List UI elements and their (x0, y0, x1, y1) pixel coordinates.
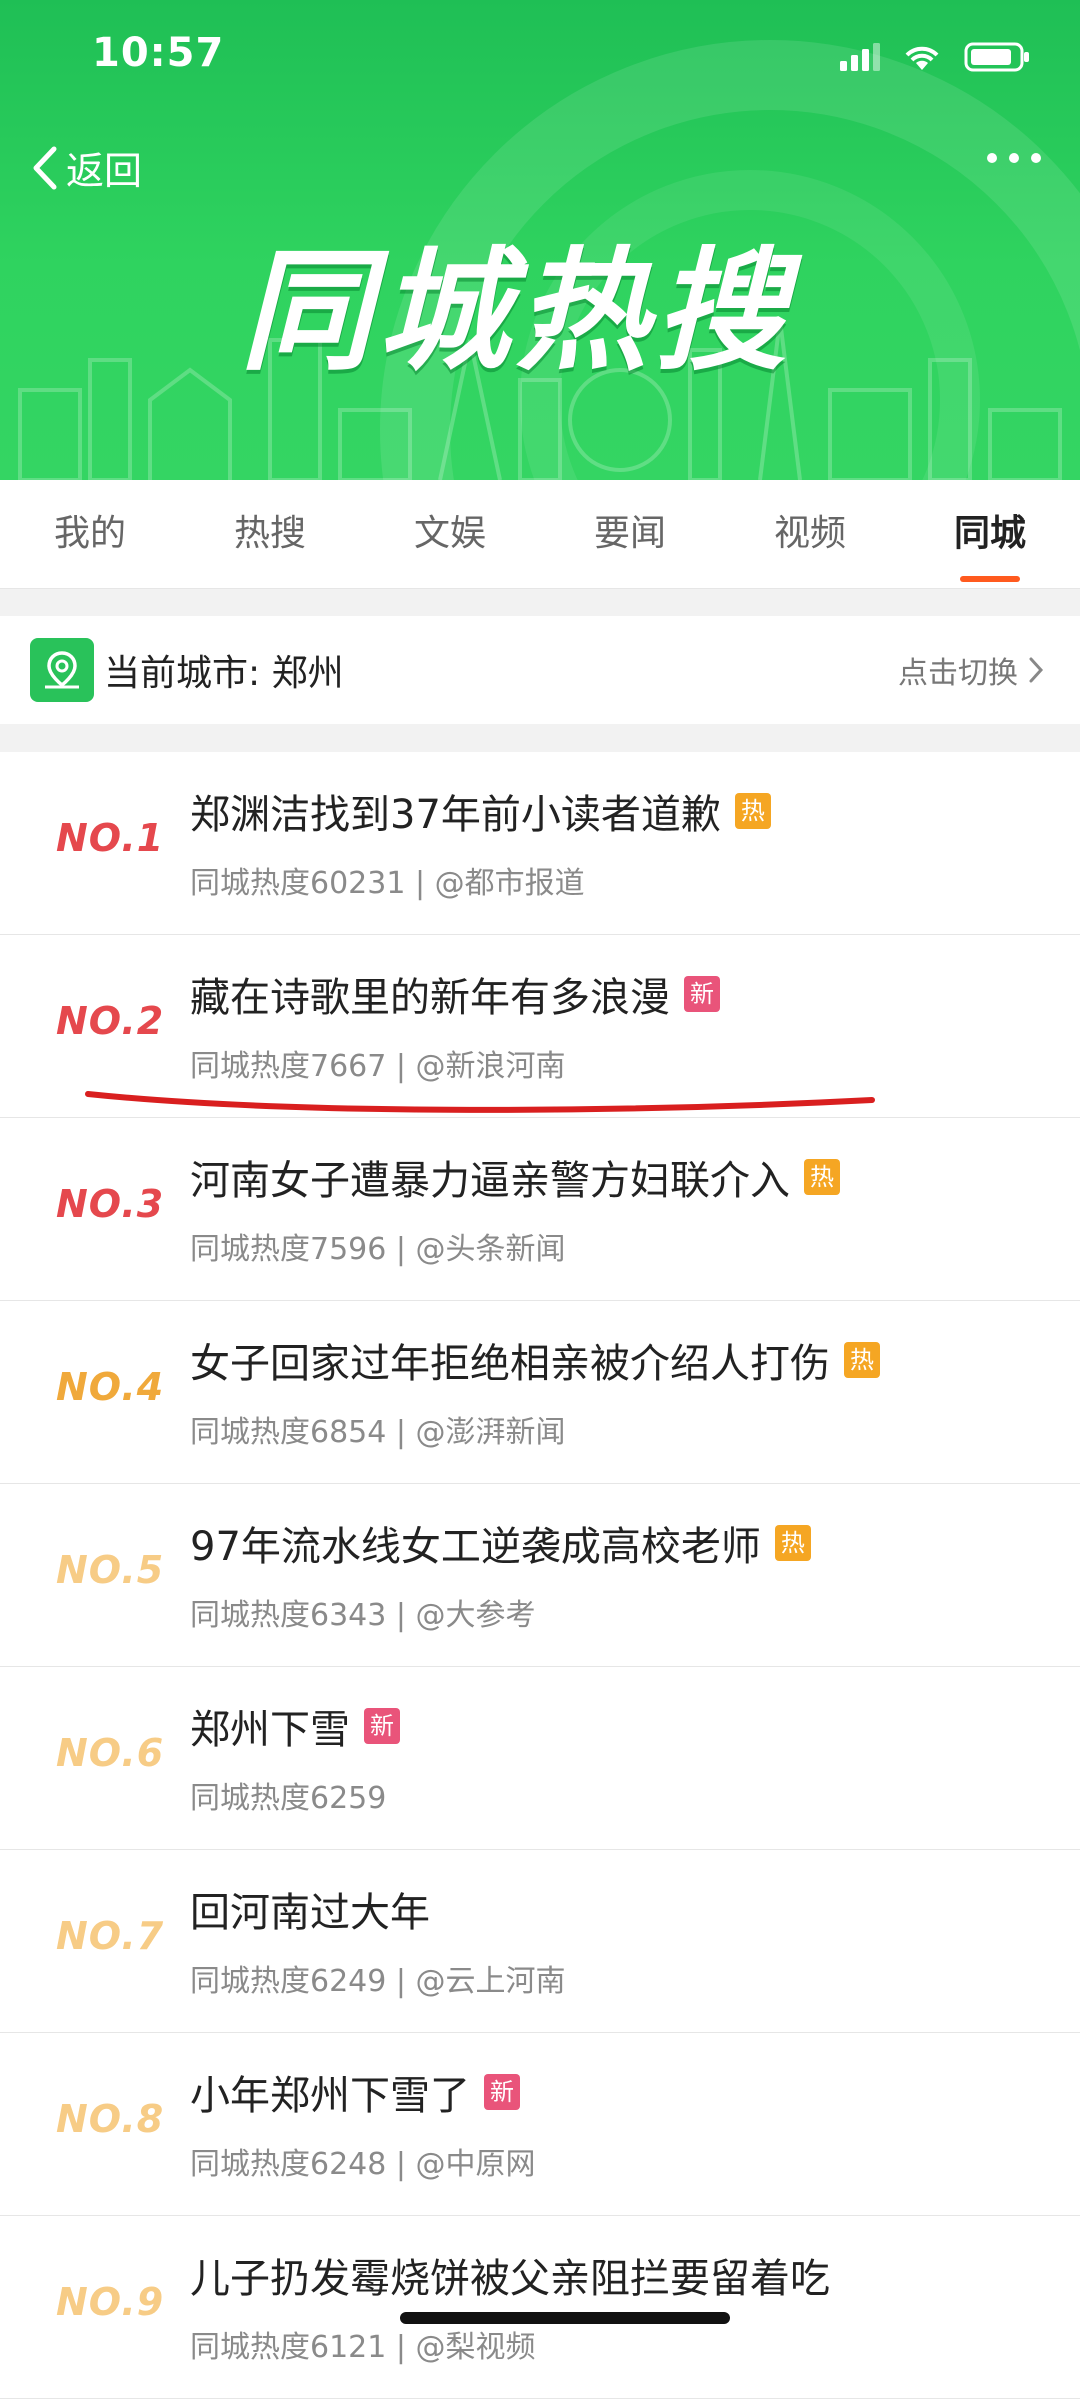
list-item[interactable]: NO.3 河南女子遭暴力逼亲警方妇联介入 热 同城热度7596 | @头条新闻 (0, 1118, 1080, 1301)
list-item[interactable]: NO.4 女子回家过年拒绝相亲被介绍人打伤 热 同城热度6854 | @澎湃新闻 (0, 1301, 1080, 1484)
tab-mine[interactable]: 我的 (0, 480, 180, 588)
item-title: 郑州下雪 (190, 1707, 350, 1753)
rank-label: NO.4 (56, 1365, 165, 1409)
rank-label: NO.1 (56, 816, 165, 860)
switch-city-label: 点击切换 (898, 656, 1018, 691)
new-badge: 新 (484, 2074, 520, 2110)
item-meta: 同城热度6343 | @大参考 (190, 1598, 536, 1633)
current-city-label: 当前城市: 郑州 (104, 653, 344, 694)
list-item[interactable]: NO.7 回河南过大年 同城热度6249 | @云上河南 (0, 1850, 1080, 2033)
rank-label: NO.9 (56, 2280, 165, 2324)
back-label: 返回 (66, 149, 143, 193)
item-title-row: 小年郑州下雪了 新 (190, 2063, 520, 2121)
red-underline-annotation (85, 1091, 875, 1113)
rank-label: NO.2 (56, 999, 165, 1043)
item-meta: 同城热度60231 | @都市报道 (190, 866, 585, 901)
rank-label: NO.3 (56, 1182, 165, 1226)
list-item[interactable]: NO.1 郑渊洁找到37年前小读者道歉 热 同城热度60231 | @都市报道 (0, 752, 1080, 935)
rank-label: NO.8 (56, 2097, 165, 2141)
item-title-row: 河南女子遭暴力逼亲警方妇联介入 热 (190, 1148, 840, 1206)
chevron-left-icon (33, 146, 57, 189)
status-icons (840, 42, 1030, 72)
hero-title: 同城热搜 (240, 235, 792, 389)
item-title-row: 儿子扔发霉烧饼被父亲阻拦要留着吃 (190, 2246, 830, 2304)
current-city-bar: 当前城市: 郑州 点击切换 (0, 616, 1080, 724)
item-meta: 同城热度6249 | @云上河南 (190, 1964, 566, 1999)
switch-city-button[interactable]: 点击切换 (898, 648, 1044, 692)
hot-badge: 热 (734, 793, 771, 829)
item-meta: 同城热度6854 | @澎湃新闻 (190, 1415, 566, 1450)
item-title: 河南女子遭暴力逼亲警方妇联介入 (190, 1158, 790, 1204)
item-title: 女子回家过年拒绝相亲被介绍人打伤 (190, 1341, 830, 1387)
home-indicator (400, 2312, 730, 2324)
list-item[interactable]: NO.6 郑州下雪 新 同城热度6259 (0, 1667, 1080, 1850)
chevron-right-icon (1029, 657, 1044, 683)
list-item[interactable]: NO.5 97年流水线女工逆袭成高校老师 热 同城热度6343 | @大参考 (0, 1484, 1080, 1667)
more-options-button[interactable] (984, 150, 1044, 169)
status-bar: 10:57 (0, 0, 1080, 120)
item-meta: 同城热度6259 (190, 1781, 387, 1816)
item-title-row: 藏在诗歌里的新年有多浪漫 新 (190, 965, 720, 1023)
cellular-signal-icon (840, 43, 880, 71)
rank-label: NO.5 (56, 1548, 165, 1592)
rank-label: NO.6 (56, 1731, 165, 1775)
tab-news[interactable]: 要闻 (540, 480, 720, 588)
item-title: 97年流水线女工逆袭成高校老师 (190, 1524, 761, 1570)
item-title-row: 郑州下雪 新 (190, 1697, 400, 1755)
hot-badge: 热 (844, 1342, 880, 1378)
item-meta: 同城热度7667 | @新浪河南 (190, 1049, 566, 1084)
status-time: 10:57 (92, 30, 225, 76)
back-button[interactable]: 返回 (28, 140, 142, 195)
rank-label: NO.7 (56, 1914, 165, 1958)
list-item[interactable]: NO.9 儿子扔发霉烧饼被父亲阻拦要留着吃 同城热度6121 | @梨视频 (0, 2216, 1080, 2399)
location-pin-icon (30, 638, 94, 702)
list-item[interactable]: NO.8 小年郑州下雪了 新 同城热度6248 | @中原网 (0, 2033, 1080, 2216)
item-meta: 同城热度7596 | @头条新闻 (190, 1232, 566, 1267)
new-badge: 新 (364, 1708, 400, 1744)
item-title-row: 回河南过大年 (190, 1880, 430, 1938)
item-title-row: 郑渊洁找到37年前小读者道歉 热 (190, 782, 771, 840)
hot-badge: 热 (804, 1159, 840, 1195)
tab-entertainment[interactable]: 文娱 (360, 480, 540, 588)
wifi-icon (905, 46, 939, 70)
battery-icon (964, 42, 1029, 72)
item-title-row: 女子回家过年拒绝相亲被介绍人打伤 热 (190, 1331, 880, 1389)
tab-hot-search[interactable]: 热搜 (180, 480, 360, 588)
item-title: 小年郑州下雪了 (190, 2073, 470, 2119)
item-title: 郑渊洁找到37年前小读者道歉 (190, 792, 721, 838)
new-badge: 新 (684, 976, 720, 1012)
item-title: 儿子扔发霉烧饼被父亲阻拦要留着吃 (190, 2256, 830, 2302)
item-meta: 同城热度6248 | @中原网 (190, 2147, 536, 2182)
item-meta: 同城热度6121 | @梨视频 (190, 2330, 536, 2365)
header-banner: 10:57 返回 同城热搜 (0, 0, 1080, 480)
tab-video[interactable]: 视频 (720, 480, 900, 588)
more-dots-icon (987, 153, 1041, 163)
item-title-row: 97年流水线女工逆袭成高校老师 热 (190, 1514, 811, 1572)
hot-search-list: NO.1 郑渊洁找到37年前小读者道歉 热 同城热度60231 | @都市报道 … (0, 752, 1080, 2399)
category-tabs: 我的 热搜 文娱 要闻 视频 同城 (0, 480, 1080, 589)
tab-local[interactable]: 同城 (900, 480, 1080, 588)
hot-badge: 热 (774, 1525, 811, 1561)
item-title: 藏在诗歌里的新年有多浪漫 (190, 975, 670, 1021)
item-title: 回河南过大年 (190, 1890, 430, 1936)
